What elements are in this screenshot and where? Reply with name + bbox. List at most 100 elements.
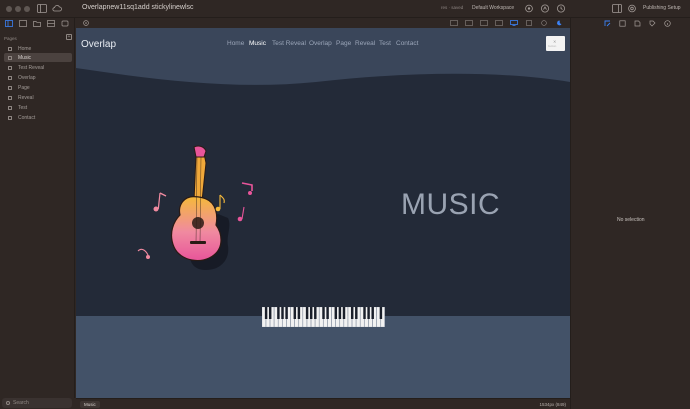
tag-icon[interactable]: [649, 20, 656, 27]
phone-icon[interactable]: [540, 20, 548, 26]
nav-link-test-reveal[interactable]: Test Reveal: [272, 40, 306, 47]
piano-black-key: [342, 307, 346, 319]
piano-black-key: [334, 307, 338, 319]
breakpoint-2-icon[interactable]: [465, 20, 473, 26]
nav-link-page[interactable]: Page: [336, 40, 351, 47]
assets-icon[interactable]: [47, 20, 55, 27]
piano-black-key: [297, 307, 301, 319]
page-icon: [8, 95, 12, 100]
workspace-selector[interactable]: Default Workspace: [472, 5, 514, 11]
nav-link-contact[interactable]: Contact: [396, 40, 418, 47]
breakpoint-width: 1534px: [539, 402, 555, 407]
settings-icon[interactable]: [627, 4, 637, 13]
inspector-panel: No selection: [570, 18, 690, 409]
piano-black-key: [367, 307, 370, 319]
right-panel-toggle-icon[interactable]: [612, 4, 622, 13]
page-settings-icon[interactable]: [634, 20, 641, 27]
page-item-label: Page: [18, 84, 30, 91]
piano-black-key: [309, 307, 313, 319]
breakpoint-extra: (849): [555, 402, 566, 407]
page-icon: [8, 55, 12, 60]
piano-black-key: [314, 307, 317, 319]
sidebar-tabs: [0, 19, 75, 29]
piano-black-key: [338, 307, 342, 319]
hero-heading[interactable]: MUSIC: [401, 188, 500, 222]
minimize-window-button[interactable]: [15, 6, 21, 12]
footer-band: [76, 316, 570, 398]
piano-black-key: [379, 307, 383, 319]
layers-icon[interactable]: [19, 20, 27, 27]
nav-link-home[interactable]: Home: [227, 40, 244, 47]
page-item-reveal[interactable]: Reveal: [4, 93, 72, 102]
cloud-icon[interactable]: [52, 4, 62, 13]
page-item-overlap[interactable]: Overlap: [4, 73, 72, 82]
history-icon[interactable]: [556, 4, 566, 13]
status-bar: Music 1534px (849): [76, 398, 570, 409]
left-sidebar: Pages + Home Music Test Reveal Overlap P…: [0, 18, 75, 398]
preview-icon[interactable]: [524, 4, 534, 13]
piano-black-key: [305, 307, 309, 319]
add-page-button[interactable]: +: [66, 34, 72, 40]
canvas-settings-icon[interactable]: [82, 20, 90, 26]
piano-black-key: [277, 307, 280, 319]
piano-black-key: [326, 307, 329, 319]
no-selection-label: No selection: [617, 217, 645, 223]
page-canvas[interactable]: Overlap Home Music Test Reveal Overlap P…: [76, 28, 570, 398]
piano-black-key: [268, 307, 272, 319]
page-item-page[interactable]: Page: [4, 83, 72, 92]
page-item-label: Test: [18, 104, 28, 111]
piano-black-key: [264, 307, 268, 319]
site-logo[interactable]: Overlap: [81, 39, 116, 50]
piano-illustration: [262, 307, 385, 327]
document-title: Overlapnew11sq1add stickylinewlsc: [82, 4, 194, 11]
page-item-test[interactable]: Test: [4, 103, 72, 112]
piano-black-key: [281, 307, 284, 319]
pages-icon[interactable]: [5, 20, 13, 27]
breakpoint-3-icon[interactable]: [480, 20, 488, 26]
page-item-label: Reveal: [18, 94, 34, 101]
theme-icon[interactable]: [555, 20, 563, 26]
pages-heading: Pages: [4, 36, 17, 41]
components-icon[interactable]: [61, 20, 69, 27]
publish-icon[interactable]: [540, 4, 550, 13]
page-icon: [8, 115, 12, 120]
breadcrumb[interactable]: Music: [80, 401, 100, 408]
guitar-illustration: [132, 143, 262, 273]
page-item-label: Overlap: [18, 74, 36, 81]
breakpoint-1-icon[interactable]: [450, 20, 458, 26]
page-item-test-reveal[interactable]: Test Reveal: [4, 63, 72, 72]
piano-black-key: [285, 307, 288, 319]
page-item-label: Contact: [18, 114, 36, 121]
piano-black-key: [293, 307, 297, 319]
page-icon: [8, 105, 12, 110]
search-placeholder: Search: [13, 400, 29, 406]
close-window-button[interactable]: [6, 6, 12, 12]
header-button[interactable]: ✕ button: [546, 36, 565, 51]
page-item-label: Test Reveal: [18, 64, 45, 71]
nav-link-music[interactable]: Music: [249, 40, 266, 47]
zoom-window-button[interactable]: [24, 6, 30, 12]
sidebar-toggle-icon[interactable]: [37, 4, 47, 13]
page-icon: [8, 75, 12, 80]
breakpoint-4-icon[interactable]: [495, 20, 503, 26]
piano-black-key: [355, 307, 358, 319]
page-item-home[interactable]: Home: [4, 44, 72, 53]
nav-link-reveal[interactable]: Reveal: [355, 40, 375, 47]
page-icon: [8, 65, 12, 70]
nav-link-test[interactable]: Test: [379, 40, 391, 47]
search-input[interactable]: Search: [2, 398, 72, 408]
nav-link-overlap[interactable]: Overlap: [309, 40, 332, 47]
style-icon[interactable]: [619, 20, 626, 27]
folder-icon[interactable]: [33, 20, 41, 27]
info-icon[interactable]: [664, 20, 671, 27]
search-icon: [6, 400, 10, 405]
canvas-toolbar: [76, 18, 570, 28]
piano-black-key: [350, 307, 354, 319]
piano-black-key: [322, 307, 325, 319]
page-item-music[interactable]: Music: [4, 53, 72, 62]
desktop-icon[interactable]: [510, 20, 518, 26]
layout-icon[interactable]: [604, 20, 611, 27]
tablet-icon[interactable]: [525, 20, 533, 26]
page-item-contact[interactable]: Contact: [4, 113, 72, 122]
publishing-setup-button[interactable]: Publishing Setup: [643, 5, 681, 11]
